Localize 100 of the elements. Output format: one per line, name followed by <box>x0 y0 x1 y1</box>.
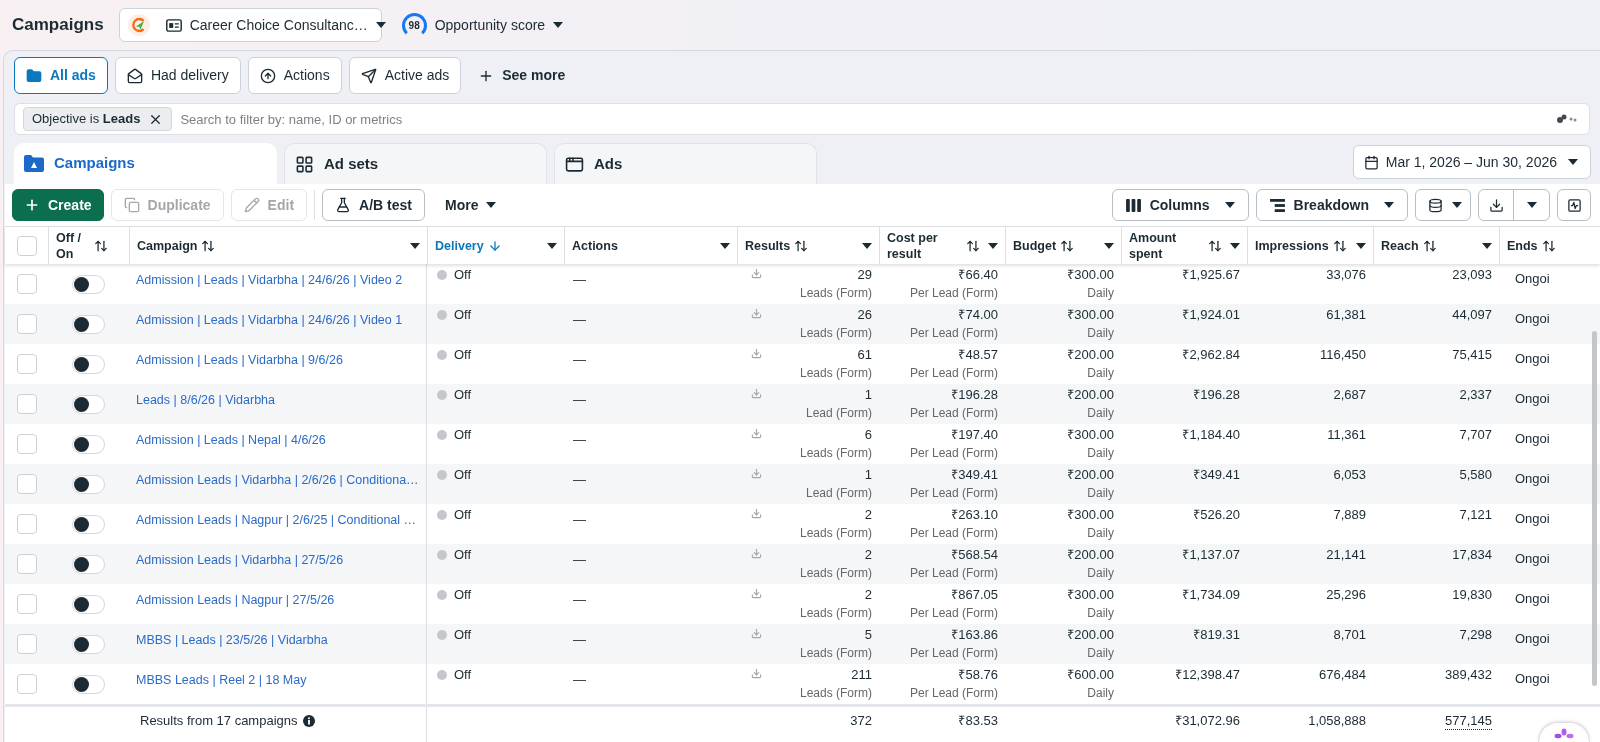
view-menu-button[interactable]: Columns <box>1111 189 1249 221</box>
columns-icon <box>1125 198 1141 212</box>
search-input[interactable]: Search to filter by: name, ID or metrics <box>180 107 1549 131</box>
column-header[interactable]: Impressions <box>1255 237 1366 254</box>
column-header[interactable]: Reach <box>1381 237 1492 254</box>
campaign-name-link[interactable]: Admission | Leads | Nepal | 4/6/26 <box>136 433 326 447</box>
toggle-switch[interactable] <box>72 474 105 494</box>
column-header[interactable]: Cost per result <box>887 229 998 262</box>
campaign-name-link[interactable]: Admission | Leads | Vidarbha | 24/6/26 | Video 2 <box>136 273 403 287</box>
column-header[interactable]: Delivery <box>435 237 557 254</box>
column-header[interactable]: Results <box>745 237 872 254</box>
campaign-name-link[interactable]: Admission | Leads | Vidarbha | 9/6/26 <box>136 353 343 367</box>
budget-type-label: Daily <box>1087 325 1114 342</box>
cost-type-label: Per Lead (Form) <box>909 325 998 342</box>
budget-value: ₹300.00 <box>1067 266 1114 284</box>
paper-plane-icon <box>360 67 377 84</box>
cost-per-result-value: ₹196.28 <box>951 386 998 404</box>
checkbox[interactable] <box>16 235 37 256</box>
campaign-name-link[interactable]: Admission | Leads | Vidarbha | 24/6/26 | Video 1 <box>136 313 403 327</box>
dots-icon[interactable] <box>1557 114 1577 124</box>
envelope-open-icon <box>126 67 143 84</box>
checkbox[interactable] <box>16 354 37 374</box>
campaign-name-link[interactable]: Admission Leads | Vidarbha | 27/5/26 <box>136 553 344 567</box>
filter-chip[interactable]: Objective is Leads <box>23 107 173 131</box>
results-value: 26 <box>857 306 872 324</box>
filter-button[interactable]: Actions <box>247 57 342 94</box>
toggle-switch[interactable] <box>72 634 105 654</box>
column-header[interactable]: Budget <box>1013 237 1114 254</box>
campaign-name-link[interactable]: Admission Leads | Nagpur | 2/6/25 | Conditional … <box>136 513 417 527</box>
checkbox[interactable] <box>16 394 37 414</box>
filter-button[interactable]: Had delivery <box>114 57 241 94</box>
column-header[interactable]: Campaign <box>137 237 420 254</box>
total-results: 372 <box>850 712 872 730</box>
view-menu-button[interactable]: Breakdown <box>1255 189 1408 221</box>
toggle-switch[interactable] <box>72 554 105 574</box>
checkbox[interactable] <box>16 594 37 614</box>
caret-icon <box>1452 202 1462 208</box>
checkbox[interactable] <box>16 314 37 334</box>
download-icon <box>751 308 762 319</box>
reach-value: 2,337 <box>1459 386 1492 404</box>
campaign-name-link[interactable]: MBBS | Leads | 23/5/26 | Vidarbha <box>136 633 328 647</box>
search-bar[interactable]: Objective is Leads Search to filter by: name, ID or metrics <box>14 103 1590 135</box>
column-header[interactable]: Off / On <box>56 229 122 262</box>
brand-logo-icon <box>127 14 150 36</box>
toggle-switch[interactable] <box>72 434 105 454</box>
result-type-label: Lead (Form) <box>805 485 872 502</box>
stack-icon <box>1428 197 1443 213</box>
column-header[interactable]: Actions <box>572 237 730 254</box>
date-range-button[interactable]: Mar 1, 2026 – Jun 30, 2026 <box>1352 145 1591 179</box>
results-value: 61 <box>857 346 872 364</box>
budget-type-label: Daily <box>1087 605 1114 622</box>
checkbox[interactable] <box>16 474 37 494</box>
impressions-value: 7,889 <box>1333 506 1366 524</box>
toolbar-button[interactable]: Create <box>12 189 104 221</box>
level-tab[interactable]: Campaigns <box>14 143 277 184</box>
toolbar-button[interactable]: More <box>431 189 510 221</box>
checkbox[interactable] <box>16 634 37 654</box>
see-more-button[interactable]: See more <box>472 57 572 94</box>
toggle-switch[interactable] <box>72 354 105 374</box>
pencil-icon <box>243 197 260 213</box>
campaign-name-link[interactable]: MBBS Leads | Reel 2 | 18 May <box>136 673 307 687</box>
toggle-switch[interactable] <box>72 314 105 334</box>
stack-menu-button[interactable] <box>1415 189 1471 221</box>
level-tab[interactable]: Ad sets <box>284 143 547 184</box>
cost-per-result-value: ₹66.40 <box>958 266 998 284</box>
impressions-value: 25,296 <box>1326 586 1366 604</box>
toggle-switch[interactable] <box>72 514 105 534</box>
checkbox[interactable] <box>16 274 37 294</box>
toggle-switch[interactable] <box>72 274 105 294</box>
cost-per-result-value: ₹263.10 <box>951 506 998 524</box>
column-header[interactable]: Amount spent <box>1129 229 1240 262</box>
checkbox[interactable] <box>16 674 37 694</box>
checkbox[interactable] <box>16 554 37 574</box>
checkbox[interactable] <box>16 514 37 534</box>
toolbar-button[interactable]: A/B test <box>322 189 425 221</box>
toggle-switch[interactable] <box>72 674 105 694</box>
chart-button[interactable] <box>1557 189 1591 221</box>
result-type-label: Leads (Form) <box>799 525 872 542</box>
amount-spent-value: ₹1,137.07 <box>1182 546 1240 564</box>
campaign-name-link[interactable]: Admission Leads | Vidarbha | 2/6/26 | Conditiona… <box>136 473 419 487</box>
impressions-value: 676,484 <box>1319 666 1366 684</box>
actions-value: — <box>573 592 586 607</box>
campaign-name-link[interactable]: Leads | 8/6/26 | Vidarbha <box>136 393 275 407</box>
level-tab[interactable]: Ads <box>554 143 817 184</box>
filter-button[interactable]: Active ads <box>348 57 462 94</box>
amount-spent-value: ₹12,398.47 <box>1175 666 1240 684</box>
opportunity-score-button[interactable]: 98 Opportunity score <box>401 12 564 38</box>
amount-spent-value: ₹819.31 <box>1193 626 1240 644</box>
filter-button[interactable]: All ads <box>14 57 108 94</box>
dots-icon <box>1553 728 1575 740</box>
toggle-switch[interactable] <box>72 594 105 614</box>
checkbox[interactable] <box>16 434 37 454</box>
campaign-name-link[interactable]: Admission Leads | Nagpur | 27/5/26 <box>136 593 335 607</box>
scrollbar[interactable] <box>1592 331 1597 686</box>
actions-value: — <box>573 392 586 407</box>
delivery-status: Off <box>454 427 472 443</box>
caret-icon <box>720 242 730 249</box>
toggle-switch[interactable] <box>72 394 105 414</box>
info-icon[interactable] <box>302 715 315 727</box>
column-header[interactable]: Ends <box>1507 237 1592 254</box>
